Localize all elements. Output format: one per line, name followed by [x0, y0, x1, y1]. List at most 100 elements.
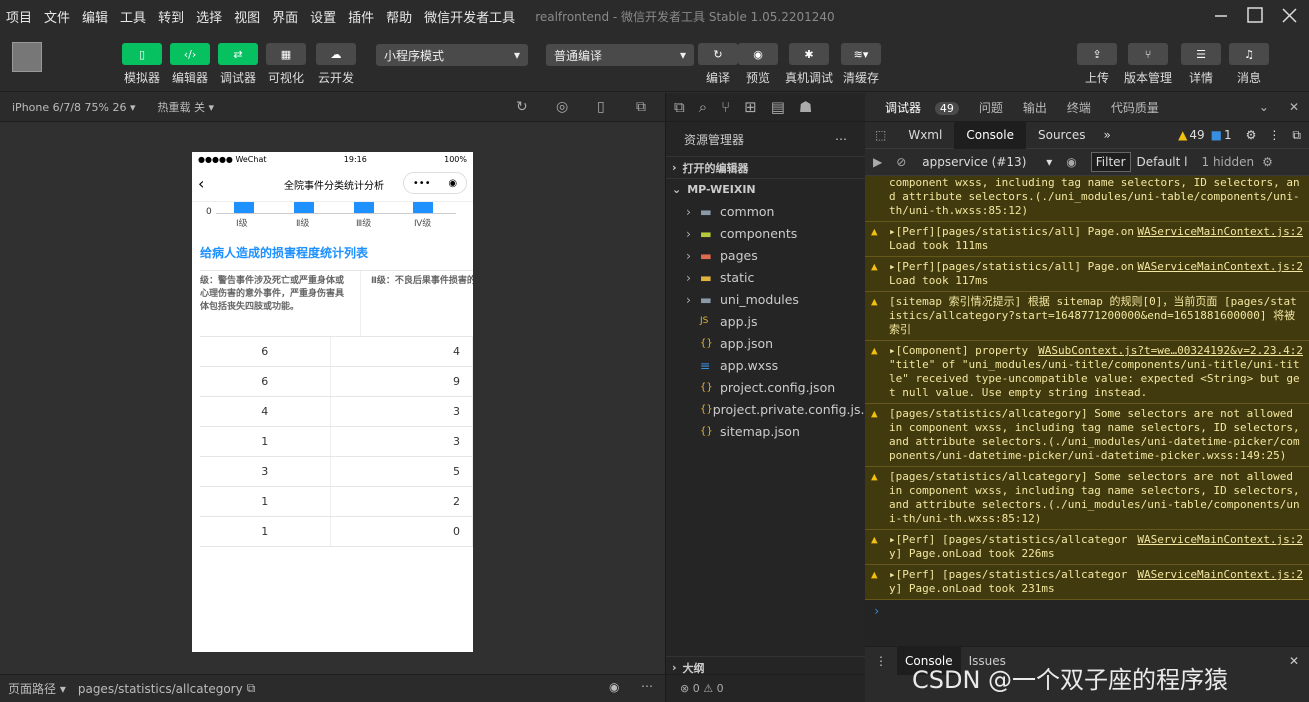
upload-button[interactable]: ⇪ 上传 [1077, 43, 1117, 86]
tree-item-app-js[interactable]: JS app.js [666, 310, 865, 332]
more-icon[interactable]: ⋮ [1268, 128, 1280, 142]
chevron-down-icon[interactable]: ⌄ [1249, 100, 1279, 114]
clear-cache-button[interactable]: ≋▾ 清缓存 [841, 43, 881, 86]
device-select[interactable]: iPhone 6/7/8 75% 26 ▾ [12, 101, 136, 114]
eye-icon[interactable]: ◉ [609, 680, 619, 694]
popout-icon[interactable]: ⧉ [636, 99, 646, 115]
gear-icon[interactable]: ⚙ [1262, 155, 1273, 169]
inspect-icon[interactable]: ⬚ [865, 128, 896, 142]
visual-toggle-button[interactable]: ▦ 可视化 [266, 43, 306, 86]
phone-icon[interactable]: ▯ [597, 99, 605, 115]
close-icon[interactable]: ✕ [1289, 654, 1299, 668]
menu-item[interactable]: 编辑 [76, 7, 114, 26]
problems-status[interactable]: ⊗ 0 ⚠ 0 [666, 674, 865, 702]
tree-item-app-wxss[interactable]: ≡ app.wxss [666, 354, 865, 376]
files-icon[interactable]: ⧉ [674, 98, 685, 116]
source-control-icon[interactable]: ⑂ [721, 98, 730, 116]
details-button[interactable]: ☰ 详情 [1181, 43, 1221, 86]
more-icon[interactable]: ⋯ [641, 679, 653, 693]
more-icon[interactable]: ••• [413, 178, 431, 189]
menu-item[interactable]: 帮助 [380, 7, 418, 26]
tab-code-quality[interactable]: 代码质量 [1101, 99, 1169, 116]
clear-icon[interactable]: ⊘ [890, 155, 912, 169]
message-source-link[interactable]: WASubContext.js?t=we…00324192&v=2.23.4:2 [1038, 344, 1303, 358]
close-icon[interactable] [1280, 6, 1300, 26]
tree-item-sitemap[interactable]: {} sitemap.json [666, 420, 865, 442]
capsule-button[interactable]: ••• ◉ [403, 172, 467, 194]
tab-sources[interactable]: Sources [1026, 128, 1097, 142]
console-message[interactable]: ▲ WASubContext.js?t=we…00324192&v=2.23.4:… [865, 341, 1309, 404]
menu-item[interactable]: 插件 [342, 7, 380, 26]
menu-item[interactable]: 转到 [152, 7, 190, 26]
drawer-menu-icon[interactable]: ⋮ [865, 654, 897, 668]
menu-item[interactable]: 视图 [228, 7, 266, 26]
tree-item-common[interactable]: › ▬ common [666, 200, 865, 222]
console-message[interactable]: ▲ WAServiceMainContext.js:2 ▸[Perf] [pages… [865, 565, 1309, 600]
compile-select[interactable]: 普通编译 ▾ [546, 44, 694, 66]
tree-item-project-config[interactable]: {} project.config.json [666, 376, 865, 398]
sidebar-icon[interactable]: ▶ [865, 155, 890, 169]
mode-select[interactable]: 小程序模式 ▾ [376, 44, 528, 66]
info-count[interactable]: 1 [1224, 128, 1232, 142]
project-section[interactable]: ⌄ MP-WEIXIN [666, 178, 865, 200]
context-select[interactable]: appservice (#13) ▾ [922, 155, 1052, 169]
menu-item[interactable]: 微信开发者工具 [418, 7, 521, 26]
tab-output[interactable]: 输出 [1013, 99, 1057, 116]
search-icon[interactable]: ⌕ [699, 98, 707, 116]
more-tabs-icon[interactable]: » [1097, 128, 1116, 142]
preview-button[interactable]: ◉ 预览 [738, 43, 778, 86]
open-editors-section[interactable]: › 打开的编辑器 [666, 156, 865, 178]
tree-item-static[interactable]: › ▬ static [666, 266, 865, 288]
tree-item-pages[interactable]: › ▬ pages [666, 244, 865, 266]
tab-debugger[interactable]: 调试器 49 [865, 99, 969, 116]
message-source-link[interactable]: WAServiceMainContext.js:2 [1137, 225, 1303, 239]
hot-reload-select[interactable]: 热重载 关 ▾ [158, 99, 215, 115]
levels-select[interactable]: Default l [1137, 155, 1188, 169]
tab-wxml[interactable]: Wxml [896, 128, 954, 142]
tree-item-app-json[interactable]: {} app.json [666, 332, 865, 354]
docker-icon[interactable]: ☗ [799, 98, 812, 116]
close-icon[interactable]: ✕ [1279, 100, 1309, 114]
eye-icon[interactable]: ◉ [1066, 155, 1076, 169]
tab-terminal[interactable]: 终端 [1057, 99, 1101, 116]
close-circle-icon[interactable]: ◉ [448, 178, 457, 189]
page-path-select[interactable]: 页面路径 ▾ [8, 680, 66, 697]
simulator-toggle-button[interactable]: ▯ 模拟器 [122, 43, 162, 86]
remote-debug-button[interactable]: ✱ 真机调试 [785, 43, 833, 86]
menu-item[interactable]: 工具 [114, 7, 152, 26]
version-button[interactable]: ⑂ 版本管理 [1124, 43, 1172, 86]
console-message[interactable]: ▲ WAServiceMainContext.js:2 ▸[Perf][pages/… [865, 222, 1309, 257]
debugger-toggle-button[interactable]: ⇄ 调试器 [218, 43, 258, 86]
compile-button[interactable]: ↻ 编译 [698, 43, 738, 86]
console-message[interactable]: ▲ WAServiceMainContext.js:2 ▸[Perf] [pages… [865, 530, 1309, 565]
maximize-icon[interactable] [1246, 6, 1266, 26]
console-message[interactable]: ▲ WAServiceMainContext.js:2 ▸[Perf][pages/… [865, 257, 1309, 292]
copy-icon[interactable]: ⧉ [247, 681, 256, 696]
message-source-link[interactable]: WAServiceMainContext.js:2 [1137, 260, 1303, 274]
extensions-icon[interactable]: ⊞ [744, 98, 757, 116]
warning-count[interactable]: 49 [1189, 128, 1204, 142]
more-icon[interactable]: ⋯ [835, 132, 847, 146]
rotate-icon[interactable]: ↻ [516, 99, 528, 115]
filter-input[interactable]: Filter [1090, 152, 1131, 172]
menu-item[interactable]: 设置 [304, 7, 342, 26]
avatar[interactable] [12, 42, 42, 72]
console-prompt[interactable]: › [865, 600, 1309, 622]
tab-issues[interactable]: 问题 [969, 99, 1013, 116]
editor-toggle-button[interactable]: ‹/› 编辑器 [170, 43, 210, 86]
minimize-icon[interactable] [1212, 6, 1232, 26]
menu-item[interactable]: 界面 [266, 7, 304, 26]
gear-icon[interactable]: ⚙ [1246, 128, 1257, 142]
menu-item[interactable]: 文件 [38, 7, 76, 26]
menu-item[interactable]: 项目 [0, 7, 38, 26]
tree-item-project-private-config[interactable]: {} project.private.config.js... [666, 398, 865, 420]
tree-item-uni-modules[interactable]: › ▬ uni_modules [666, 288, 865, 310]
message-source-link[interactable]: WAServiceMainContext.js:2 [1137, 568, 1303, 582]
cloud-dev-button[interactable]: ☁ 云开发 [316, 43, 356, 86]
storage-icon[interactable]: ▤ [771, 98, 785, 116]
back-icon[interactable]: ‹ [198, 174, 204, 193]
record-icon[interactable]: ◎ [556, 99, 568, 115]
messages-button[interactable]: ♫ 消息 [1229, 43, 1269, 86]
dock-icon[interactable]: ⧉ [1292, 128, 1301, 143]
message-source-link[interactable]: WAServiceMainContext.js:2 [1137, 533, 1303, 547]
